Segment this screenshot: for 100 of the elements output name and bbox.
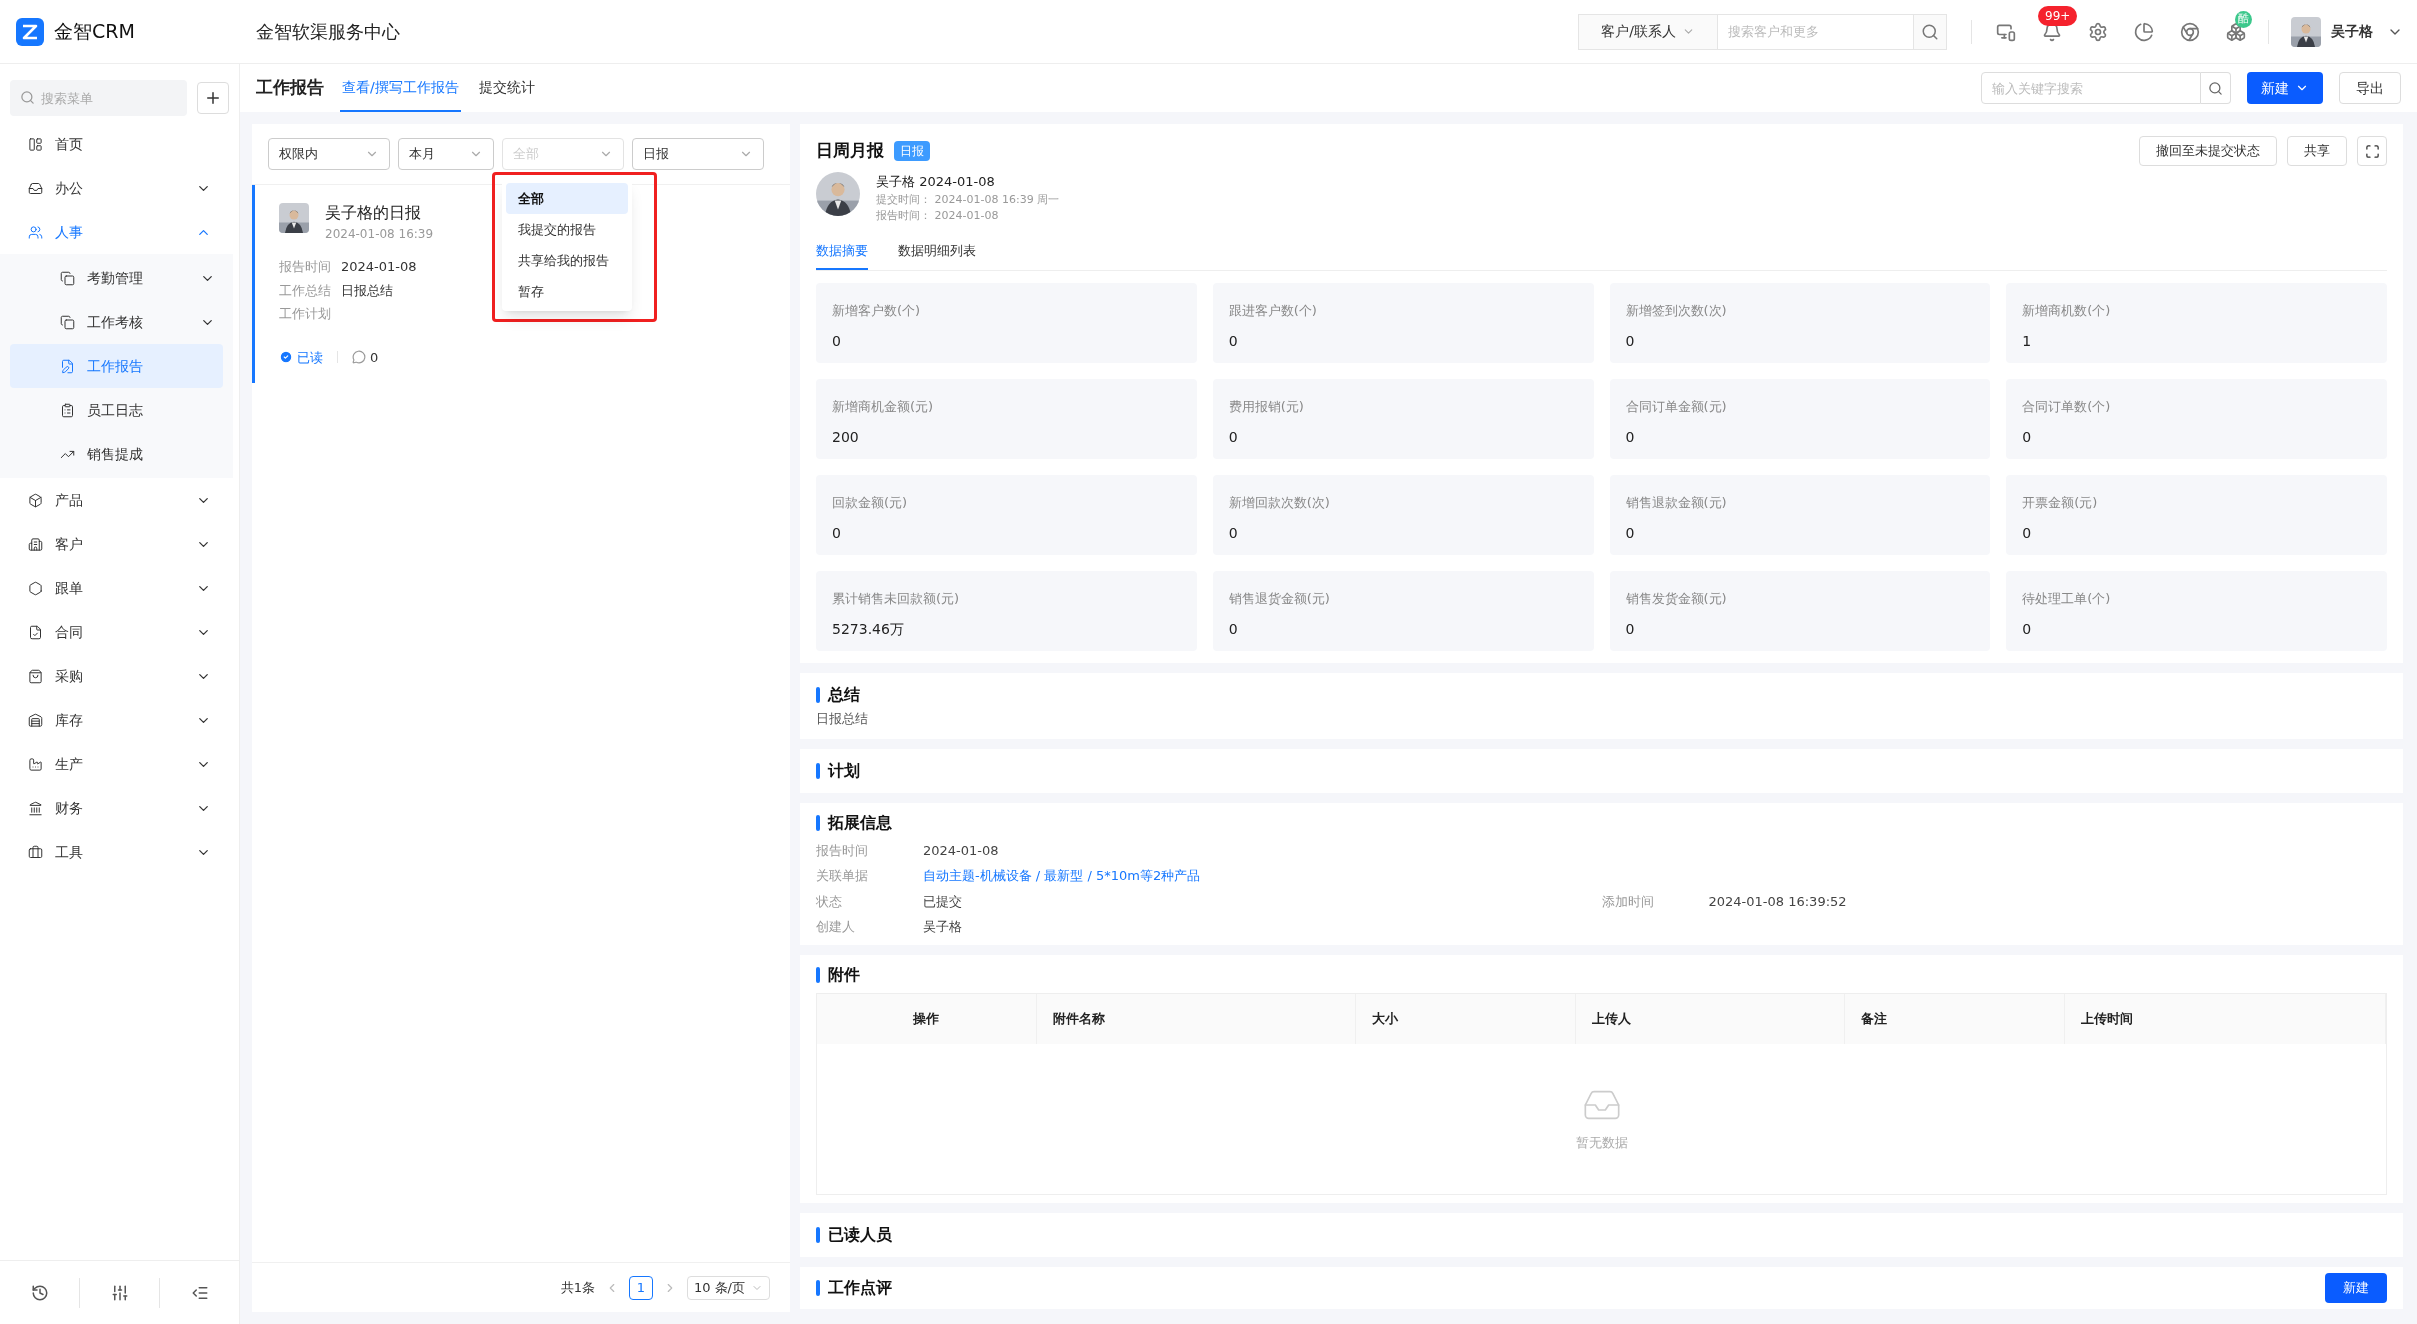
history-icon[interactable] [30,1283,49,1302]
menu-item[interactable]: 库存 [0,698,239,742]
clipboard-icon [60,402,75,418]
field-label: 工作计划 [279,305,331,323]
menu-item[interactable]: 生产 [0,742,239,786]
menu-item[interactable]: 财务 [0,786,239,830]
bag-icon [28,668,43,684]
detail-tab[interactable]: 数据明细列表 [898,240,976,270]
notification-badge: 99+ [2038,5,2078,26]
field-label: 工作总结 [279,281,331,300]
copy-icon [60,270,75,286]
field-value: 2024-01-08 [923,841,999,860]
keyword-search-field[interactable]: 输入关键字搜索 [1981,72,2201,104]
add-button[interactable] [197,82,229,114]
menu-item[interactable]: 合同 [0,610,239,654]
stat-value: 0 [2022,619,2033,639]
stat-value: 0 [2022,523,2033,543]
dropdown-option[interactable]: 全部 [506,183,628,214]
stat-value: 1 [2022,331,2033,351]
section-heading: 总结 [828,684,860,706]
cube-icon [28,492,43,508]
menu-item[interactable]: 考勤管理 [10,256,223,300]
scope-select[interactable]: 客户/联系人 [1578,13,1718,50]
report-type-tag: 日报 [894,141,930,161]
menu-item[interactable]: 销售提成 [10,432,223,476]
related-document-link[interactable]: 自动主题-机械设备 / 最新型 / 5*10m等2种产品 [923,866,1201,886]
stat-label: 新增回款次数(次) [1228,494,1331,512]
column-header: 备注 [1861,1009,1888,1028]
stat-value: 0 [832,523,842,543]
menu-item[interactable]: 工作报告 [10,344,223,388]
stat-value: 0 [1228,427,1239,447]
page-tab[interactable]: 提交统计 [476,64,537,112]
page-tab[interactable]: 查看/撰写工作报告 [340,64,461,112]
section-heading: 工作点评 [828,1276,892,1299]
stat-value: 0 [1625,523,1636,543]
page-number[interactable]: 1 [628,1275,653,1300]
stat-label: 销售发货金额(元) [1625,590,1728,608]
logo-icon [16,17,44,46]
summary-text: 日报总结 [816,710,869,728]
plus-icon [204,89,222,107]
dropdown-option[interactable]: 暂存 [506,276,628,307]
filter-select[interactable]: 权限内 [268,138,390,170]
dropdown-option[interactable]: 共享给我的报告 [506,245,628,276]
copy-icon [60,314,75,330]
page-size-select[interactable]: 10 条/页 [686,1275,770,1300]
field-label: 报告时间 [279,258,331,276]
fullscreen-button[interactable] [2357,136,2387,166]
menu-item[interactable]: 客户 [0,522,239,566]
app-title: 金智软渠服务中心 [256,20,401,44]
section-heading: 附件 [828,963,860,986]
stat-value: 0 [1625,427,1636,447]
settings-icon[interactable] [2088,21,2108,42]
menu-item[interactable]: 跟单 [0,566,239,610]
stat-label: 销售退货金额(元) [1228,590,1331,608]
app-badge: 酷 [2235,10,2252,28]
bank-icon [28,800,43,816]
filter-select[interactable]: 本月 [398,138,494,170]
global-search-field[interactable]: 搜索客户和更多 [1718,13,1913,50]
search-icon [2208,80,2223,96]
action-button[interactable]: 共享 [2287,136,2347,166]
browser-icon[interactable] [2180,21,2200,42]
menu-item[interactable]: 人事 [0,210,239,254]
search-button[interactable] [1913,13,1947,50]
action-button[interactable]: 撤回至未提交状态 [2139,136,2277,166]
menu-item[interactable]: 首页 [0,122,239,166]
column-header: 大小 [1371,1009,1398,1028]
stat-value: 0 [2022,427,2033,447]
search-button[interactable] [2201,72,2231,104]
column-header: 上传时间 [2080,1009,2133,1028]
search-icon [1921,22,1939,41]
menu-item[interactable]: 办公 [0,166,239,210]
column-header: 上传人 [1591,1009,1631,1028]
page-title: 工作报告 [256,76,324,100]
new-review-button[interactable]: 新建 [2325,1272,2387,1303]
stat-label: 跟进客户数(个) [1228,302,1318,320]
sliders-icon[interactable] [110,1283,129,1302]
menu-item[interactable]: 工作考核 [10,300,223,344]
stat-label: 待处理工单(个) [2022,590,2112,608]
new-button[interactable]: 新建 [2247,72,2323,104]
field-value: 2024-01-08 16:39:52 [1708,892,1847,911]
section-heading: 已读人员 [828,1223,892,1246]
dropdown-option[interactable]: 我提交的报告 [506,214,628,245]
pie-chart-icon[interactable] [2134,21,2154,42]
detail-tab[interactable]: 数据摘要 [816,240,868,270]
field-value: 日报总结 [341,281,393,300]
menu-item[interactable]: 产品 [0,478,239,522]
section-heading: 计划 [828,759,860,782]
filter-select[interactable]: 日报 [632,138,764,170]
report-title: 吴子格的日报 [325,202,422,224]
user-name[interactable]: 吴子格 [2331,21,2373,42]
menu-item[interactable]: 采购 [0,654,239,698]
stat-label: 销售退款金额(元) [1625,494,1728,512]
field-label: 状态 [816,892,843,911]
document-icon [28,624,43,640]
menu-item[interactable]: 工具 [0,830,239,874]
export-button[interactable]: 导出 [2339,72,2401,104]
menu-search-field[interactable]: 搜索菜单 [10,80,187,116]
read-status: 已读 [279,347,323,367]
menu-item[interactable]: 员工日志 [10,388,223,432]
check-circle-icon [279,350,293,365]
